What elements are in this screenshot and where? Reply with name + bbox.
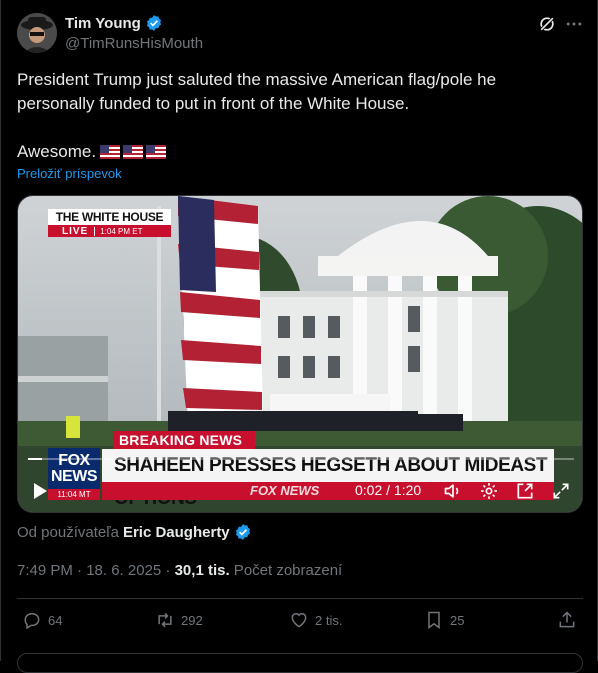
like-button[interactable]: 2 tis.: [289, 610, 342, 630]
bookmark-icon: [428, 611, 440, 629]
us-flags: [100, 145, 167, 159]
bug-time: 1:04 PM ET: [94, 226, 142, 236]
like-count: 2 tis.: [315, 612, 343, 628]
author-name-row[interactable]: Tim Young: [65, 14, 163, 32]
us-flag-icon: [123, 145, 144, 159]
reply-button[interactable]: 64: [22, 610, 62, 630]
chyron-headline: SHAHEEN PRESSES HEGSETH ABOUT MIDEAST OP…: [102, 449, 554, 509]
bookmark-count: 25: [450, 612, 465, 628]
white-house-bug: THE WHITE HOUSE LIVE 1:04 PM ET: [48, 209, 171, 237]
tweet-text: President Trump just saluted the massive…: [17, 68, 577, 164]
play-icon[interactable]: [32, 482, 48, 500]
divider: [17, 598, 583, 599]
verified-badge-icon: [235, 524, 250, 540]
tweet-line-2-text: Awesome.: [17, 142, 97, 161]
left-border: [0, 0, 1, 661]
bug-title: THE WHITE HOUSE: [55, 210, 164, 224]
bookmark-button[interactable]: 25: [424, 610, 464, 630]
tweet-meta: 7:49 PM · 18. 6. 2025 · 30,1 tis. Počet …: [17, 562, 342, 579]
us-flag-icon: [100, 145, 121, 159]
view-count: 30,1 tis.: [174, 562, 230, 579]
repost-icon: [158, 612, 172, 628]
share-button[interactable]: [557, 610, 577, 630]
settings-gear-icon[interactable]: [479, 481, 499, 501]
author-name[interactable]: Tim Young: [65, 15, 141, 32]
volume-icon[interactable]: [443, 481, 463, 501]
tweet-line-1: President Trump just saluted the massive…: [17, 70, 497, 113]
share-icon: [559, 611, 575, 628]
repost-count: 292: [181, 612, 203, 628]
video-progress-fill: [28, 458, 42, 460]
fox-logo-line2: NEWS: [51, 468, 98, 485]
tweet-line-2: Awesome.: [17, 140, 577, 164]
video-progress-bar[interactable]: [28, 458, 574, 460]
avatar[interactable]: [17, 13, 57, 53]
translate-link[interactable]: Preložiť príspevok: [17, 166, 122, 181]
reply-composer-edge[interactable]: [17, 653, 583, 673]
video-attribution: Od používateľa Eric Daugherty: [17, 523, 252, 541]
reply-count: 64: [48, 612, 63, 628]
reply-icon: [24, 613, 40, 630]
more-options-icon[interactable]: [564, 14, 584, 34]
heart-icon: [291, 613, 307, 628]
attribution-prefix: Od používateľa: [17, 523, 119, 541]
ticker-brand: FOX NEWS: [250, 483, 320, 498]
live-label: LIVE: [62, 225, 89, 237]
fullscreen-icon[interactable]: [551, 481, 571, 501]
repost-button[interactable]: 292: [155, 610, 203, 630]
view-label: Počet zobrazení: [229, 562, 343, 579]
fox-news-logo: FOX NEWS 11:04 MT: [48, 448, 100, 500]
breaking-news-banner: BREAKING NEWS: [113, 431, 255, 449]
verified-badge-icon: [146, 15, 161, 31]
author-handle[interactable]: @TimRunsHisMouth: [65, 35, 203, 52]
video-player[interactable]: THE WHITE HOUSE LIVE 1:04 PM ET BREAKING…: [17, 195, 583, 513]
us-flag-icon: [146, 145, 167, 159]
live-strip: LIVE 1:04 PM ET: [48, 225, 171, 237]
attribution-name[interactable]: Eric Daugherty: [123, 524, 230, 541]
fox-logo-time: 11:04 MT: [48, 489, 100, 500]
action-bar: 64 292 2 tis. 25: [0, 610, 598, 636]
timestamp[interactable]: 7:49 PM · 18. 6. 2025 ·: [17, 562, 175, 579]
grok-icon[interactable]: [537, 14, 557, 34]
video-time: 0:02 / 1:20: [355, 482, 422, 498]
picture-in-picture-icon[interactable]: [515, 481, 535, 501]
